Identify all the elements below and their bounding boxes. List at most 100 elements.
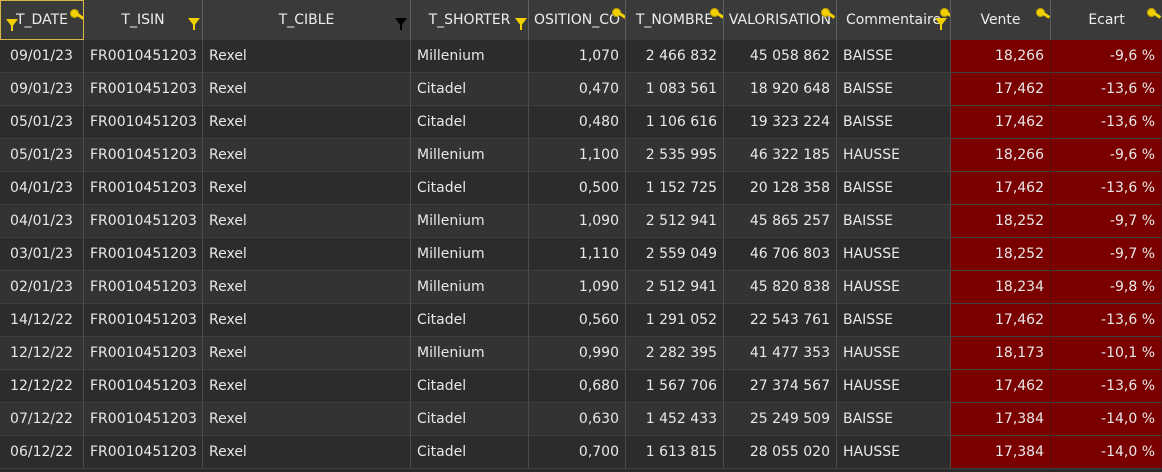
- cell-t-date[interactable]: 04/01/23: [0, 172, 84, 205]
- table-row[interactable]: 02/01/23 FR0010451203 Rexel Millenium 1,090 2…: [0, 271, 1162, 304]
- cell-t-nombre[interactable]: 2 512 941: [626, 271, 724, 304]
- cell-valorisation[interactable]: 20 128 358: [724, 172, 837, 205]
- cell-commentaire[interactable]: BAISSE: [837, 40, 951, 73]
- cell-position[interactable]: 0,990: [529, 337, 626, 370]
- cell-valorisation[interactable]: 45 865 257: [724, 205, 837, 238]
- cell-t-isin[interactable]: FR0010451203: [84, 271, 203, 304]
- cell-commentaire[interactable]: BAISSE: [837, 205, 951, 238]
- cell-position[interactable]: 0,560: [529, 304, 626, 337]
- cell-valorisation[interactable]: 22 543 761: [724, 304, 837, 337]
- table-row[interactable]: 05/01/23 FR0010451203 Rexel Citadel 0,480 1 1…: [0, 106, 1162, 139]
- header-ecart[interactable]: Ecart: [1051, 0, 1162, 40]
- cell-t-cible[interactable]: Rexel: [203, 370, 411, 403]
- cell-position[interactable]: 0,470: [529, 73, 626, 106]
- table-row[interactable]: 04/01/23 FR0010451203 Rexel Citadel 0,500 1 1…: [0, 172, 1162, 205]
- cell-t-isin[interactable]: FR0010451203: [84, 172, 203, 205]
- cell-t-shorter[interactable]: Millenium: [411, 238, 529, 271]
- cell-vente[interactable]: 18,173: [951, 337, 1051, 370]
- cell-t-nombre[interactable]: 1 152 725: [626, 172, 724, 205]
- cell-ecart[interactable]: -13,6 %: [1051, 73, 1162, 106]
- filter-icon[interactable]: [188, 18, 200, 30]
- cell-ecart[interactable]: -13,6 %: [1051, 106, 1162, 139]
- cell-t-shorter[interactable]: Citadel: [411, 73, 529, 106]
- cell-commentaire[interactable]: BAISSE: [837, 106, 951, 139]
- cell-commentaire[interactable]: BAISSE: [837, 172, 951, 205]
- cell-t-isin[interactable]: FR0010451203: [84, 403, 203, 436]
- cell-t-shorter[interactable]: Millenium: [411, 271, 529, 304]
- cell-vente[interactable]: 17,462: [951, 73, 1051, 106]
- key-icon[interactable]: [710, 8, 719, 17]
- cell-t-nombre[interactable]: 1 291 052: [626, 304, 724, 337]
- cell-t-cible[interactable]: Rexel: [203, 271, 411, 304]
- cell-ecart[interactable]: -14,0 %: [1051, 436, 1162, 469]
- cell-ecart[interactable]: -9,6 %: [1051, 40, 1162, 73]
- cell-t-isin[interactable]: FR0010451203: [84, 40, 203, 73]
- cell-ecart[interactable]: -9,7 %: [1051, 238, 1162, 271]
- cell-t-date[interactable]: 14/12/22: [0, 304, 84, 337]
- cell-commentaire[interactable]: HAUSSE: [837, 370, 951, 403]
- cell-ecart[interactable]: -10,1 %: [1051, 337, 1162, 370]
- cell-t-nombre[interactable]: 1 452 433: [626, 403, 724, 436]
- cell-commentaire[interactable]: HAUSSE: [837, 271, 951, 304]
- cell-t-isin[interactable]: FR0010451203: [84, 304, 203, 337]
- cell-ecart[interactable]: -13,6 %: [1051, 172, 1162, 205]
- cell-vente[interactable]: 18,252: [951, 205, 1051, 238]
- cell-t-shorter[interactable]: Millenium: [411, 40, 529, 73]
- cell-valorisation[interactable]: 19 323 224: [724, 106, 837, 139]
- cell-t-cible[interactable]: Rexel: [203, 205, 411, 238]
- filter-icon[interactable]: [935, 18, 947, 30]
- table-row[interactable]: 05/01/23 FR0010451203 Rexel Millenium 1,100 2…: [0, 139, 1162, 172]
- table-row[interactable]: 09/01/23 FR0010451203 Rexel Millenium 1,070 2…: [0, 40, 1162, 73]
- header-commentaire[interactable]: Commentaire: [837, 0, 951, 40]
- cell-t-cible[interactable]: Rexel: [203, 238, 411, 271]
- cell-ecart[interactable]: -9,6 %: [1051, 139, 1162, 172]
- header-t-isin[interactable]: T_ISIN: [84, 0, 203, 40]
- cell-t-date[interactable]: 05/01/23: [0, 106, 84, 139]
- cell-t-nombre[interactable]: 2 559 049: [626, 238, 724, 271]
- cell-commentaire[interactable]: HAUSSE: [837, 337, 951, 370]
- cell-valorisation[interactable]: 45 058 862: [724, 40, 837, 73]
- cell-t-shorter[interactable]: Citadel: [411, 370, 529, 403]
- cell-t-isin[interactable]: FR0010451203: [84, 73, 203, 106]
- header-t-nombre[interactable]: T_NOMBRE: [626, 0, 724, 40]
- cell-t-nombre[interactable]: 1 083 561: [626, 73, 724, 106]
- cell-t-shorter[interactable]: Millenium: [411, 205, 529, 238]
- header-position[interactable]: OSITION_CO: [529, 0, 626, 40]
- cell-commentaire[interactable]: BAISSE: [837, 403, 951, 436]
- table-row[interactable]: 06/12/22 FR0010451203 Rexel Citadel 0,700 1 6…: [0, 436, 1162, 469]
- cell-valorisation[interactable]: 41 477 353: [724, 337, 837, 370]
- table-row[interactable]: 12/12/22 FR0010451203 Rexel Citadel 0,680 1 5…: [0, 370, 1162, 403]
- cell-t-date[interactable]: 06/12/22: [0, 436, 84, 469]
- cell-t-date[interactable]: 12/12/22: [0, 337, 84, 370]
- table-row[interactable]: 09/01/23 FR0010451203 Rexel Citadel 0,470 1 0…: [0, 73, 1162, 106]
- cell-t-date[interactable]: 09/01/23: [0, 73, 84, 106]
- cell-t-cible[interactable]: Rexel: [203, 73, 411, 106]
- cell-valorisation[interactable]: 27 374 567: [724, 370, 837, 403]
- cell-t-date[interactable]: 12/12/22: [0, 370, 84, 403]
- cell-t-cible[interactable]: Rexel: [203, 304, 411, 337]
- cell-vente[interactable]: 17,384: [951, 403, 1051, 436]
- cell-t-date[interactable]: 02/01/23: [0, 271, 84, 304]
- filter-icon[interactable]: [515, 18, 527, 30]
- cell-position[interactable]: 1,070: [529, 40, 626, 73]
- cell-valorisation[interactable]: 45 820 838: [724, 271, 837, 304]
- cell-t-nombre[interactable]: 1 613 815: [626, 436, 724, 469]
- key-icon[interactable]: [612, 8, 621, 17]
- cell-vente[interactable]: 17,462: [951, 106, 1051, 139]
- cell-commentaire[interactable]: HAUSSE: [837, 139, 951, 172]
- cell-position[interactable]: 0,700: [529, 436, 626, 469]
- cell-position[interactable]: 1,100: [529, 139, 626, 172]
- cell-t-cible[interactable]: Rexel: [203, 106, 411, 139]
- table-row[interactable]: 04/01/23 FR0010451203 Rexel Millenium 1,090 2…: [0, 205, 1162, 238]
- cell-position[interactable]: 1,090: [529, 205, 626, 238]
- cell-vente[interactable]: 18,266: [951, 139, 1051, 172]
- cell-t-shorter[interactable]: Millenium: [411, 337, 529, 370]
- cell-position[interactable]: 0,680: [529, 370, 626, 403]
- cell-commentaire[interactable]: BAISSE: [837, 73, 951, 106]
- cell-valorisation[interactable]: 46 706 803: [724, 238, 837, 271]
- cell-t-cible[interactable]: Rexel: [203, 40, 411, 73]
- cell-t-shorter[interactable]: Citadel: [411, 304, 529, 337]
- cell-valorisation[interactable]: 46 322 185: [724, 139, 837, 172]
- header-t-cible[interactable]: T_CIBLE: [203, 0, 411, 40]
- cell-t-cible[interactable]: Rexel: [203, 337, 411, 370]
